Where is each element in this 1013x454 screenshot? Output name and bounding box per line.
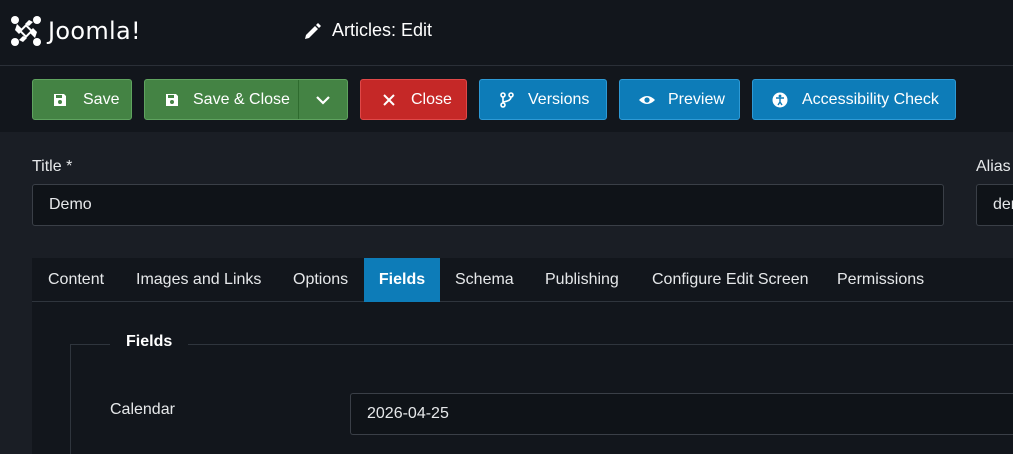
pencil-icon	[305, 22, 321, 39]
floppy-disk-icon	[164, 92, 180, 108]
versions-label: Versions	[528, 90, 590, 108]
universal-access-icon	[772, 92, 788, 108]
alias-input[interactable]: demo	[976, 184, 1013, 226]
calendar-input[interactable]: 2026-04-25	[350, 393, 1013, 435]
chevron-down-icon	[316, 95, 330, 105]
page-title-text: Articles: Edit	[332, 20, 433, 40]
logo-text: Joomla!	[48, 17, 141, 45]
x-icon	[381, 92, 397, 108]
preview-label: Preview	[668, 90, 725, 108]
save-close-label: Save & Close	[193, 90, 290, 108]
versions-button[interactable]: Versions	[479, 79, 607, 120]
title-label: Title *	[32, 158, 73, 175]
alias-label: Alias	[976, 158, 1011, 175]
accessibility-check-button[interactable]: Accessibility Check	[752, 79, 956, 120]
toolbar: Save Save & Close Close Versions Preview…	[0, 66, 1013, 132]
tab-publishing[interactable]: Publishing	[529, 258, 635, 302]
eye-icon	[638, 92, 656, 108]
tab-fields[interactable]: Fields	[364, 258, 440, 302]
accessibility-check-label: Accessibility Check	[802, 90, 939, 108]
edit-tabs: Content Images and Links Options Fields …	[32, 258, 1013, 302]
joomla-logo[interactable]: Joomla!	[10, 15, 141, 47]
tab-content[interactable]: Content	[32, 258, 120, 302]
tab-schema[interactable]: Schema	[439, 258, 530, 302]
save-options-dropdown[interactable]	[298, 80, 347, 119]
save-label: Save	[83, 90, 120, 108]
page-title: Articles: Edit	[303, 20, 432, 41]
preview-button[interactable]: Preview	[619, 79, 740, 120]
calendar-label: Calendar	[110, 401, 175, 418]
joomla-logo-icon	[11, 16, 41, 46]
fieldset-legend: Fields	[110, 333, 189, 351]
save-close-button[interactable]: Save & Close	[144, 79, 348, 120]
header-bar: Joomla! Articles: Edit	[0, 0, 1013, 66]
close-button[interactable]: Close	[360, 79, 467, 120]
close-label: Close	[411, 90, 452, 108]
tab-images-and-links[interactable]: Images and Links	[120, 258, 277, 302]
tab-permissions[interactable]: Permissions	[821, 258, 940, 302]
branch-icon	[499, 91, 515, 108]
floppy-disk-icon	[52, 92, 68, 108]
tab-configure-edit-screen[interactable]: Configure Edit Screen	[636, 258, 825, 302]
tab-options[interactable]: Options	[277, 258, 364, 302]
save-button[interactable]: Save	[32, 79, 132, 120]
title-input[interactable]: Demo	[32, 184, 944, 226]
